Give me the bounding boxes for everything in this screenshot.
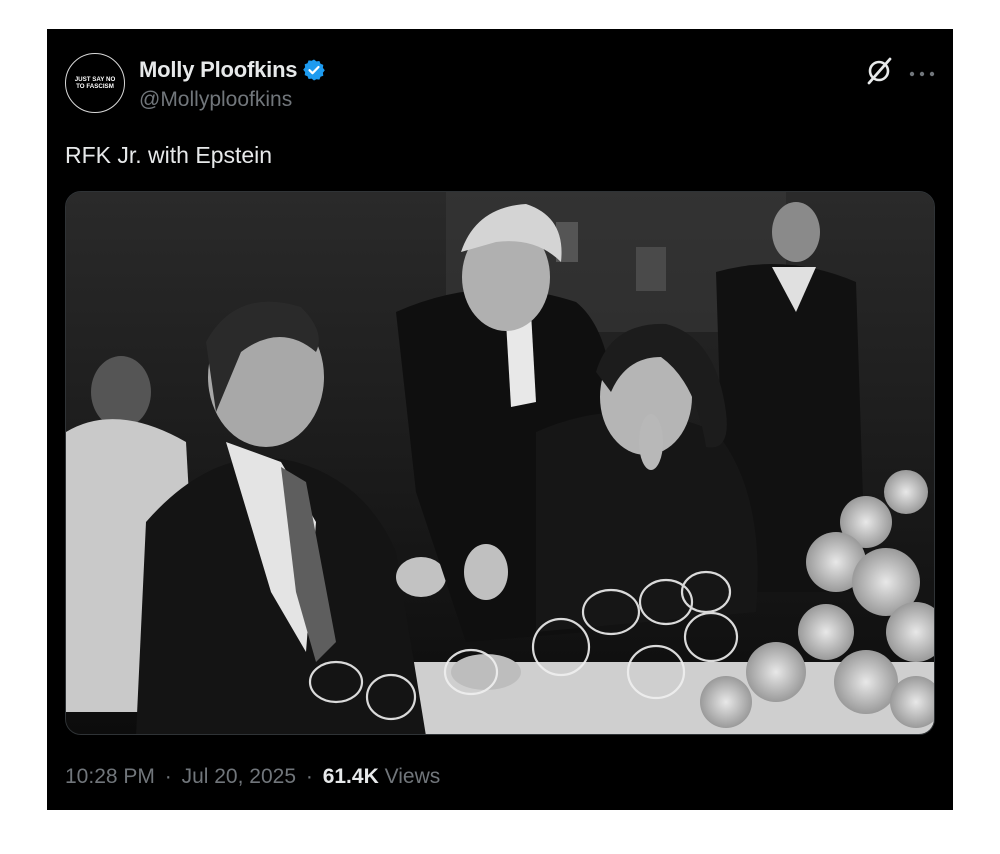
grok-icon[interactable] <box>865 56 895 86</box>
author-handle[interactable]: @Mollyploofkins <box>139 88 292 112</box>
avatar-logo: JUST SAY NO TO FASCISM <box>68 56 122 110</box>
meta-separator: · <box>164 765 172 788</box>
author-display-name[interactable]: Molly Ploofkins <box>139 57 298 83</box>
avatar[interactable]: JUST SAY NO TO FASCISM <box>65 53 125 113</box>
verified-badge-icon <box>302 58 326 82</box>
author-name-row: Molly Ploofkins <box>139 57 326 83</box>
avatar-text-line2: TO FASCISM <box>76 83 114 90</box>
tweet-date[interactable]: Jul 20, 2025 <box>182 765 296 788</box>
photo-image <box>66 192 934 734</box>
tweet-photo[interactable] <box>65 191 935 735</box>
tweet-meta: 10:28 PM · Jul 20, 2025 · 61.4K Views <box>65 765 440 789</box>
tweet-card: JUST SAY NO TO FASCISM Molly Ploofkins @… <box>47 29 953 810</box>
views-label: Views <box>384 765 441 788</box>
meta-separator: · <box>305 765 313 788</box>
tweet-time[interactable]: 10:28 PM <box>65 765 155 788</box>
avatar-text-line1: JUST SAY NO <box>75 76 116 83</box>
tweet-text: RFK Jr. with Epstein <box>65 142 273 168</box>
views-count[interactable]: 61.4K <box>323 765 379 788</box>
more-options-icon[interactable] <box>907 66 937 77</box>
